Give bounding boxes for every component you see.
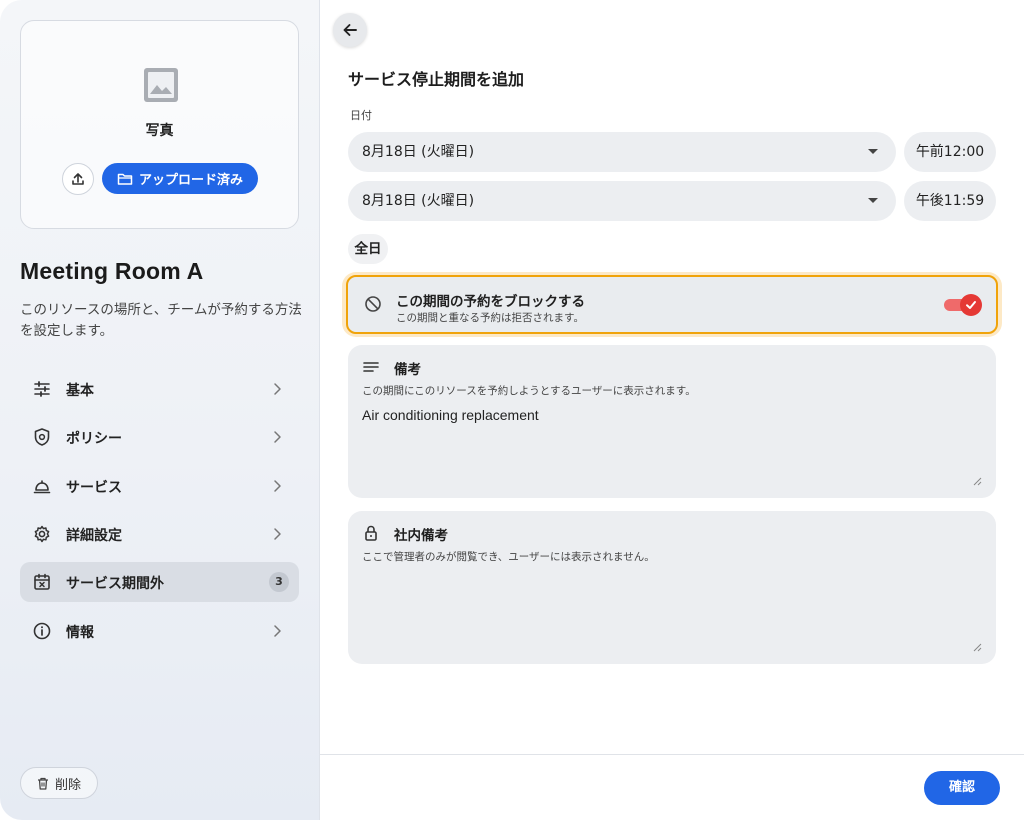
resize-handle-icon[interactable] [973, 643, 982, 652]
block-bookings-subtitle: この期間と重なる予約は拒否されます。 [396, 312, 584, 324]
internal-note-card: 社内備考 ここで管理者のみが閲覧でき、ユーザーには表示されません。 [348, 511, 996, 664]
photo-card: 写真 アップロード済み [20, 20, 299, 229]
image-placeholder-icon [144, 68, 178, 102]
shield-icon [34, 428, 50, 446]
start-time-button[interactable]: 午前12:00 [904, 132, 996, 172]
note-help-text: この期間にこのリソースを予約しようとするユーザーに表示されます。 [362, 385, 696, 397]
sidebar-item-basic[interactable]: 基本 [20, 369, 299, 409]
block-bookings-card: この期間の予約をブロックする この期間と重なる予約は拒否されます。 [346, 275, 998, 334]
notes-lines-icon [363, 362, 379, 372]
main-panel: サービス停止期間を追加 日付 8月18日 (火曜日) 午前12:00 8月18日… [320, 0, 1024, 820]
block-bookings-title: この期間の予約をブロックする [396, 294, 585, 310]
delete-button[interactable]: 削除 [20, 767, 98, 799]
trash-icon [37, 777, 48, 790]
note-title: 備考 [394, 362, 421, 378]
sliders-icon [34, 381, 50, 397]
back-button[interactable] [333, 13, 367, 47]
app-window: 写真 アップロード済み Meeting Room A このリソースの場所と、チー… [0, 0, 1024, 820]
note-card: 備考 この期間にこのリソースを予約しようとするユーザーに表示されます。 Air … [348, 345, 996, 498]
caret-down-icon [868, 149, 878, 154]
room-title: Meeting Room A [20, 258, 204, 284]
sidebar-item-label: 情報 [66, 625, 94, 641]
resize-handle-icon[interactable] [973, 477, 982, 486]
room-description: このリソースの場所と、チームが予約する方法を設定します。 [20, 302, 302, 339]
prohibited-icon [365, 296, 381, 312]
upload-icon [72, 173, 84, 185]
sidebar-item-service[interactable]: サービス [20, 466, 299, 506]
block-bookings-toggle[interactable] [944, 294, 982, 316]
footer: 確認 [320, 754, 1024, 820]
chevron-right-icon [274, 431, 281, 443]
lock-icon [365, 525, 377, 541]
gear-icon [34, 525, 50, 543]
uploaded-label: アップロード済み [138, 173, 243, 188]
note-textarea[interactable]: Air conditioning replacement [362, 407, 539, 423]
end-date-select[interactable]: 8月18日 (火曜日) [348, 181, 896, 221]
check-icon [966, 301, 976, 309]
chevron-right-icon [274, 625, 281, 637]
info-icon [33, 622, 51, 640]
page-title: サービス停止期間を追加 [348, 70, 525, 89]
uploaded-button[interactable]: アップロード済み [102, 163, 258, 194]
confirm-button[interactable]: 確認 [924, 771, 1000, 805]
start-date-select[interactable]: 8月18日 (火曜日) [348, 132, 896, 172]
chevron-right-icon [274, 383, 281, 395]
date-label: 日付 [350, 109, 372, 122]
folder-icon [117, 173, 133, 185]
chevron-right-icon [274, 528, 281, 540]
internal-note-help-text: ここで管理者のみが閲覧でき、ユーザーには表示されません。 [362, 551, 655, 563]
all-day-button[interactable]: 全日 [348, 234, 388, 264]
sidebar-item-label: サービス期間外 [66, 576, 164, 592]
toggle-knob [960, 294, 982, 316]
block-bookings-row[interactable]: この期間の予約をブロックする この期間と重なる予約は拒否されます。 [342, 272, 1002, 337]
photo-label: 写真 [145, 123, 174, 139]
sidebar-item-label: 基本 [66, 383, 94, 399]
internal-note-textarea[interactable] [362, 573, 962, 633]
start-date-value: 8月18日 (火曜日) [362, 144, 475, 160]
end-date-value: 8月18日 (火曜日) [362, 193, 475, 209]
delete-label: 削除 [54, 777, 81, 793]
sidebar-item-label: 詳細設定 [66, 528, 122, 544]
chevron-right-icon [274, 480, 281, 492]
arrow-left-icon [343, 24, 357, 36]
end-time-button[interactable]: 午後11:59 [904, 181, 996, 221]
sidebar-item-policy[interactable]: ポリシー [20, 417, 299, 457]
sidebar-item-out-of-service[interactable]: サービス期間外 3 [20, 562, 299, 602]
upload-button[interactable] [62, 163, 94, 195]
sidebar-item-advanced-settings[interactable]: 詳細設定 [20, 514, 299, 554]
sidebar-item-info[interactable]: 情報 [20, 611, 299, 651]
calendar-x-icon [34, 573, 50, 590]
sidebar-item-label: ポリシー [66, 431, 122, 447]
service-bell-icon [33, 480, 51, 494]
sidebar-item-label: サービス [66, 480, 122, 496]
count-badge: 3 [269, 572, 289, 592]
internal-note-title: 社内備考 [394, 528, 448, 544]
caret-down-icon [868, 198, 878, 203]
sidebar: 写真 アップロード済み Meeting Room A このリソースの場所と、チー… [0, 0, 320, 820]
